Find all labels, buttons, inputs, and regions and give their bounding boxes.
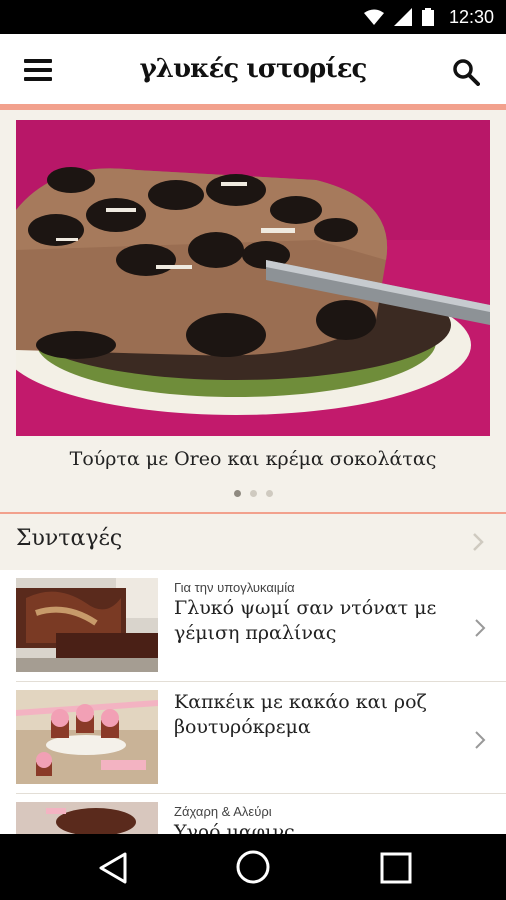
recipe-category: Ζάχαρη & Αλεύρι <box>174 804 272 819</box>
status-time: 12:30 <box>448 7 494 27</box>
back-icon[interactable] <box>98 851 128 885</box>
app-bar-accent-line <box>0 104 506 110</box>
wifi-icon <box>364 9 384 25</box>
app-logo: γλυκές ιστορίες <box>139 54 368 84</box>
search-button[interactable] <box>452 58 480 86</box>
status-bar: 12:30 <box>0 0 506 34</box>
recipe-category: Για την υπογλυκαιμία <box>174 580 295 595</box>
section-title: Συνταγές <box>16 526 123 551</box>
chevron-right-icon <box>473 533 484 551</box>
recents-icon[interactable] <box>380 852 412 884</box>
recipe-thumbnail <box>16 802 158 834</box>
carousel-dot <box>249 490 257 497</box>
carousel-dot <box>265 490 273 497</box>
recipe-thumbnail <box>16 578 158 672</box>
hero-caption[interactable]: Τούρτα με Oreo και κρέμα σοκολάτας <box>0 448 506 470</box>
search-icon <box>453 59 480 86</box>
hero-image[interactable] <box>16 120 490 436</box>
hero-photo <box>16 120 490 436</box>
recipe-thumbnail <box>16 690 158 784</box>
carousel-indicator <box>0 490 506 497</box>
recipe-list: Για την υπογλυκαιμία Γλυκό ψωμί σαν ντόν… <box>0 570 506 834</box>
system-navigation-bar <box>0 834 506 900</box>
recipe-item[interactable]: Για την υπογλυκαιμία Γλυκό ψωμί σαν ντόν… <box>0 570 506 678</box>
recipe-item[interactable]: Ζάχαρη & Αλεύρι Υγρό μαφινς <box>0 794 506 834</box>
recipe-title: Γλυκό ψωμί σαν ντόνατ με γέμιση πραλίνας <box>174 597 437 644</box>
signal-icon <box>394 8 412 26</box>
carousel-dot-active <box>233 490 241 497</box>
recipe-item[interactable]: Καπκέικ με κακάο και ροζ βουτυρόκρεμα <box>0 682 506 790</box>
chevron-right-icon <box>475 731 486 749</box>
battery-icon <box>422 8 434 26</box>
app-bar: γλυκές ιστορίες <box>0 34 506 104</box>
status-icons <box>364 8 434 26</box>
recipes-section-header[interactable]: Συνταγές <box>0 514 506 570</box>
chevron-right-icon <box>475 619 486 637</box>
home-icon[interactable] <box>236 850 270 884</box>
recipe-title: Υγρό μαφινς <box>174 821 295 834</box>
recipe-title: Καπκέικ με κακάο και ροζ βουτυρόκρεμα <box>174 691 427 738</box>
